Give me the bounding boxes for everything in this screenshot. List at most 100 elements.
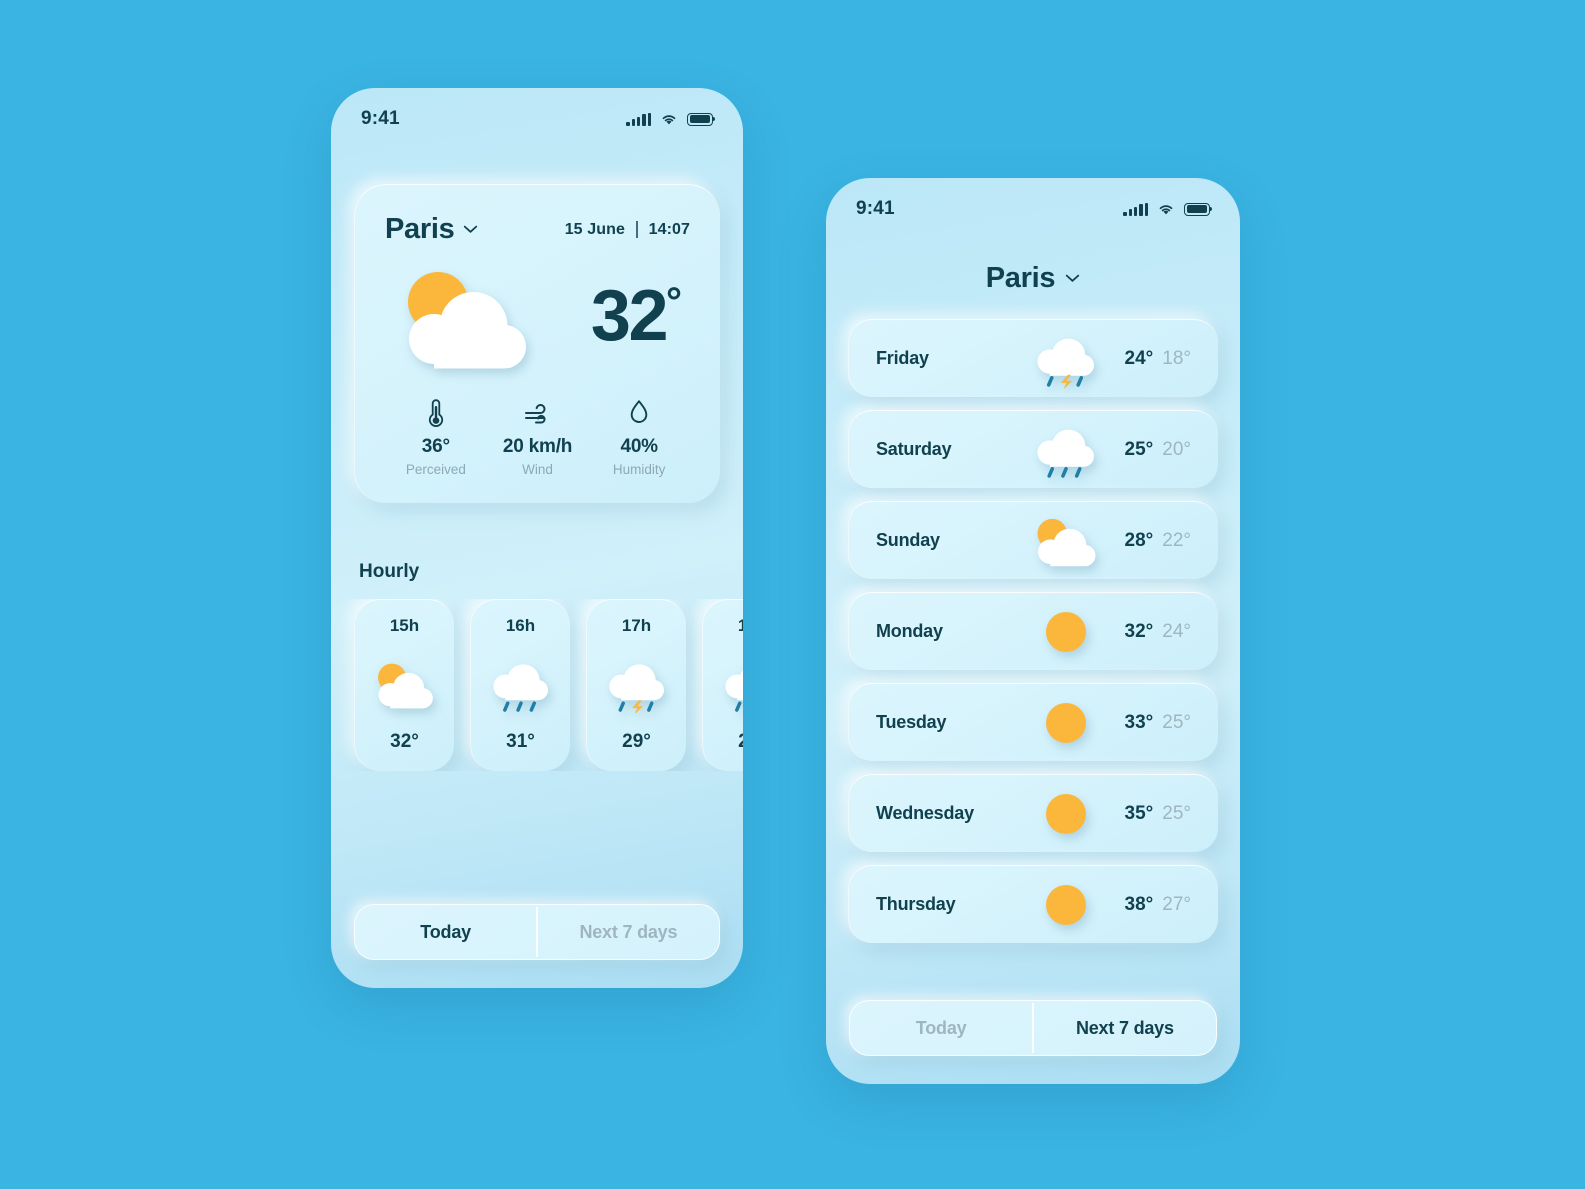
view-toggle[interactable]: Today Next 7 days: [354, 904, 720, 960]
metric-value: 20 km/h: [502, 436, 573, 457]
hourly-section-title: Hourly: [359, 561, 420, 582]
canvas: 9:41 Paris 15 June 14:07 32° 36° Perceiv…: [0, 0, 1585, 1189]
day-label: Sunday: [876, 530, 940, 550]
day-label: Saturday: [876, 439, 952, 459]
temp-low: 25°: [1162, 711, 1191, 733]
temperature-range: 32° 24°: [1125, 621, 1191, 643]
day-label: Monday: [876, 621, 943, 641]
temp-low: 27°: [1162, 893, 1191, 915]
forecast-row-tuesday[interactable]: Tuesday 33° 25°: [848, 683, 1218, 761]
temperature-range: 33° 25°: [1125, 712, 1191, 734]
hour-label: 15h: [389, 616, 420, 635]
current-weather-card: Paris 15 June 14:07 32° 36° Perceived 20…: [354, 184, 720, 503]
metric-value: 36°: [421, 436, 450, 457]
temperature-range: 35° 25°: [1125, 803, 1191, 825]
forecast-row-monday[interactable]: Monday 32° 24°: [848, 592, 1218, 670]
tab-next-7-days[interactable]: Next 7 days: [538, 905, 719, 959]
cloud-rain-icon: [486, 655, 556, 713]
battery-full-icon: [1184, 202, 1213, 216]
day-label: Thursday: [876, 894, 956, 914]
hourly-item[interactable]: 15h 32°: [354, 599, 454, 771]
temp-low: 25°: [1162, 802, 1191, 824]
day-label: Friday: [876, 348, 929, 368]
forecast-row-sunday[interactable]: Sunday 28° 22°: [848, 501, 1218, 579]
cellular-signal-icon: [1123, 202, 1148, 216]
metric-wind: 20 km/h Wind: [487, 398, 589, 477]
status-bar-icons: [1123, 202, 1213, 216]
temperature-range: 38° 27°: [1125, 894, 1191, 916]
status-bar-icons: [626, 112, 716, 126]
metric-label: Humidity: [612, 462, 666, 477]
sun-behind-cloud-icon: [408, 272, 526, 369]
status-bar-time: 9:41: [856, 198, 895, 219]
phone-week-screen: 9:41 Paris Friday 24° 18° Saturday 25° 2…: [826, 178, 1240, 1084]
temp-high: 28°: [1124, 529, 1154, 551]
current-time: 14:07: [648, 220, 690, 238]
hour-temperature: 29°: [622, 731, 651, 752]
cloud-rain-icon: [1008, 420, 1125, 480]
temperature-range: 25° 20°: [1125, 439, 1191, 461]
temp-high: 35°: [1124, 802, 1154, 824]
chevron-down-icon: [1066, 274, 1080, 282]
sun-icon: [1008, 793, 1125, 835]
status-bar-time: 9:41: [361, 108, 400, 129]
temp-low: 20°: [1162, 438, 1191, 460]
temp-high: 33°: [1124, 711, 1154, 733]
degree-symbol: °: [666, 280, 682, 324]
phone-today-screen: 9:41 Paris 15 June 14:07 32° 36° Perceiv…: [331, 88, 743, 988]
tab-today[interactable]: Today: [850, 1001, 1032, 1055]
metric-label: Wind: [522, 462, 553, 477]
metric-humidity: 40% Humidity: [588, 398, 690, 477]
hour-temperature: 31°: [506, 731, 535, 752]
city-selector[interactable]: Paris: [385, 213, 478, 246]
wifi-icon: [1159, 204, 1173, 214]
wifi-icon: [662, 114, 676, 124]
day-label: Tuesday: [876, 712, 947, 732]
card-header-row: Paris 15 June 14:07: [385, 213, 690, 246]
current-date: 15 June: [564, 220, 625, 238]
wind-icon: [487, 398, 589, 428]
forecast-row-wednesday[interactable]: Wednesday 35° 25°: [848, 774, 1218, 852]
forecast-row-saturday[interactable]: Saturday 25° 20°: [848, 410, 1218, 488]
tab-today[interactable]: Today: [355, 905, 536, 959]
chevron-down-icon: [464, 225, 478, 233]
hour-temperature: 32°: [390, 731, 419, 752]
temp-high: 24°: [1124, 347, 1154, 369]
cloud-rain-icon: [718, 655, 743, 713]
temp-low: 18°: [1162, 347, 1191, 369]
sun-behind-cloud-icon: [370, 655, 440, 713]
city-name: Paris: [985, 262, 1056, 294]
weekly-forecast-list: Friday 24° 18° Saturday 25° 20° Sunday 2…: [848, 319, 1218, 943]
hourly-item[interactable]: 17h 29°: [586, 599, 686, 771]
city-name: Paris: [385, 213, 455, 245]
hourly-forecast-strip[interactable]: 15h 32° 16h 31° 17h 29° 1: [331, 599, 743, 771]
city-selector[interactable]: Paris: [826, 262, 1240, 295]
forecast-row-thursday[interactable]: Thursday 38° 27°: [848, 865, 1218, 943]
hour-label: 17h: [621, 616, 652, 635]
hour-temperature: 27°: [738, 731, 743, 753]
hourly-item[interactable]: 16h 31°: [470, 599, 570, 771]
temp-high: 38°: [1124, 893, 1154, 915]
metric-perceived: 36° Perceived: [385, 398, 487, 477]
sun-icon: [1008, 611, 1125, 653]
temp-high: 32°: [1124, 620, 1154, 642]
status-bar: 9:41: [826, 186, 1240, 232]
hourly-item[interactable]: 18h 27°: [702, 599, 743, 771]
battery-full-icon: [687, 112, 716, 126]
metric-label: Perceived: [405, 462, 466, 477]
temperature-range: 24° 18°: [1125, 348, 1191, 370]
date-time-separator: [635, 221, 638, 238]
metrics-row: 36° Perceived 20 km/h Wind 40% Humidity: [385, 398, 690, 477]
tab-next-7-days[interactable]: Next 7 days: [1034, 1001, 1216, 1055]
thermometer-icon: [385, 398, 487, 428]
forecast-row-friday[interactable]: Friday 24° 18°: [848, 319, 1218, 397]
temperature-range: 28° 22°: [1125, 530, 1191, 552]
day-label: Wednesday: [876, 803, 974, 823]
sun-icon: [1008, 702, 1125, 744]
cloud-lightning-rain-icon: [602, 655, 672, 713]
sun-icon: [1008, 884, 1125, 926]
view-toggle[interactable]: Today Next 7 days: [849, 1000, 1217, 1056]
temp-low: 24°: [1162, 620, 1191, 642]
current-condition-row: 32°: [385, 260, 690, 372]
hour-label: 18h: [737, 616, 743, 635]
